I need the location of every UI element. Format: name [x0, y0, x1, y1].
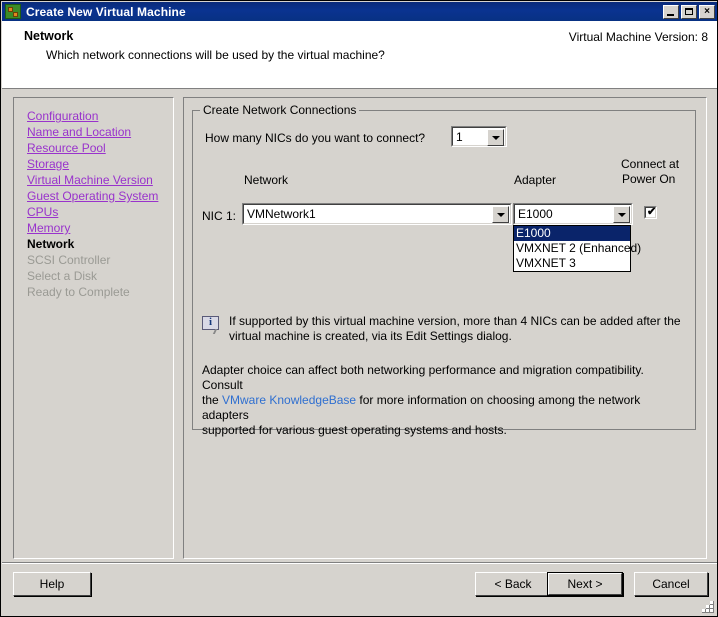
resize-grip[interactable] — [701, 600, 715, 614]
sidebar-item-scsi-controller: SCSI Controller — [27, 253, 111, 267]
nic-row-label: NIC 1: — [202, 209, 237, 223]
nic-count-label: How many NICs do you want to connect? — [205, 131, 426, 145]
column-header-network: Network — [244, 173, 289, 187]
adapter-options-list[interactable]: E1000 VMXNET 2 (Enhanced) VMXNET 3 — [513, 225, 641, 272]
sidebar-item-configuration[interactable]: Configuration — [27, 108, 173, 124]
connect-at-power-on-checkbox[interactable]: ✔ — [644, 206, 657, 219]
nic-limit-note-line1: If supported by this virtual machine ver… — [229, 314, 681, 328]
adapter-note-part1: Adapter choice can affect both networkin… — [202, 363, 644, 392]
info-icon — [202, 316, 225, 334]
sidebar-item-name-and-location[interactable]: Name and Location — [27, 124, 173, 140]
sidebar-item-network[interactable]: Network — [27, 236, 173, 252]
nic-limit-note: If supported by this virtual machine ver… — [229, 314, 689, 344]
create-new-virtual-machine-window: Create New Virtual Machine × Network Whi… — [0, 0, 718, 617]
adapter-note-part4: supported for various guest operating sy… — [202, 423, 507, 437]
cancel-button[interactable]: Cancel — [634, 572, 708, 596]
chevron-down-icon[interactable] — [487, 129, 504, 146]
wizard-steps-sidebar: Configuration Name and Location Resource… — [13, 97, 174, 559]
adapter-option-e1000[interactable]: E1000 — [514, 226, 630, 241]
adapter-note-part2: the — [202, 393, 223, 407]
network-value: VMNetwork1 — [247, 207, 316, 221]
vmware-knowledgebase-link[interactable]: VMware KnowledgeBase — [222, 393, 356, 407]
sidebar-item-guest-operating-system[interactable]: Guest Operating System — [27, 188, 173, 204]
sidebar-item-memory[interactable]: Memory — [27, 220, 173, 236]
page-subtitle: Which network connections will be used b… — [46, 48, 385, 62]
group-title: Create Network Connections — [200, 103, 360, 117]
chevron-down-icon[interactable] — [613, 206, 630, 223]
minimize-button[interactable] — [663, 4, 679, 19]
maximize-button[interactable] — [681, 4, 697, 19]
column-header-connect-line1: Connect at — [621, 157, 680, 171]
next-button-label: Next > — [567, 577, 603, 591]
nic-count-dropdown[interactable]: 1 — [451, 126, 507, 147]
adapter-value: E1000 — [518, 207, 553, 221]
title-bar: Create New Virtual Machine × — [2, 2, 717, 21]
close-icon[interactable]: × — [699, 4, 715, 19]
network-dropdown[interactable]: VMNetwork1 — [242, 203, 512, 225]
next-button[interactable]: Next > — [547, 572, 623, 596]
sidebar-item-virtual-machine-version[interactable]: Virtual Machine Version — [27, 172, 173, 188]
back-button[interactable]: < Back — [475, 572, 551, 596]
close-glyph: × — [704, 5, 710, 17]
sidebar-item-ready-to-complete: Ready to Complete — [27, 285, 130, 299]
nic-count-value: 1 — [456, 129, 463, 144]
sidebar-item-resource-pool[interactable]: Resource Pool — [27, 140, 173, 156]
chevron-down-icon[interactable] — [492, 206, 509, 223]
column-header-adapter: Adapter — [514, 173, 557, 187]
adapter-option-vmxnet3[interactable]: VMXNET 3 — [514, 256, 630, 271]
wizard-footer: Help < Back Next > Cancel — [2, 564, 717, 616]
adapter-choice-note: Adapter choice can affect both networkin… — [202, 363, 682, 438]
wizard-main-panel: Create Network Connections How many NICs… — [183, 97, 707, 559]
sidebar-item-storage[interactable]: Storage — [27, 156, 173, 172]
window-controls: × — [663, 4, 715, 19]
sidebar-item-select-a-disk: Select a Disk — [27, 269, 98, 283]
window-title: Create New Virtual Machine — [26, 4, 186, 19]
vm-app-icon — [5, 4, 21, 19]
help-button[interactable]: Help — [13, 572, 91, 596]
adapter-dropdown[interactable]: E1000 — [513, 203, 633, 225]
adapter-option-vmxnet2-enhanced[interactable]: VMXNET 2 (Enhanced) — [514, 241, 641, 256]
wizard-body: Configuration Name and Location Resource… — [2, 90, 717, 562]
checkmark-icon: ✔ — [647, 206, 657, 218]
sidebar-item-cpus[interactable]: CPUs — [27, 204, 173, 220]
wizard-header: Network Which network connections will b… — [2, 21, 717, 89]
page-title: Network — [24, 29, 74, 43]
column-header-connect-line2: Power On — [622, 172, 676, 186]
vm-version-label: Virtual Machine Version: 8 — [568, 30, 708, 44]
nic-limit-note-line2: virtual machine is created, via its Edit… — [229, 329, 512, 343]
